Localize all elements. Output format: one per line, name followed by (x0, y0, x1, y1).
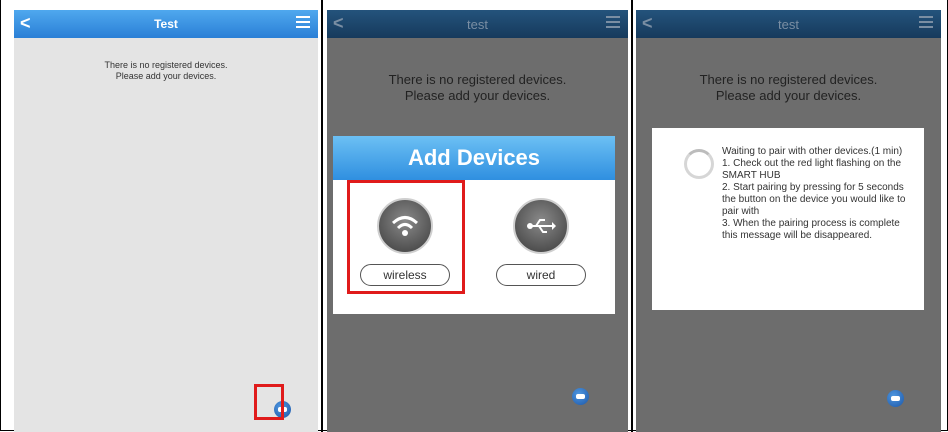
top-bar: < test (636, 10, 941, 38)
screen-pairing: < test There is no registered devices. P… (636, 10, 941, 432)
pairing-dialog: Waiting to pair with other devices.(1 mi… (652, 128, 924, 310)
back-icon[interactable]: < (333, 13, 344, 34)
screen-device-list: < Test There is no registered devices. P… (14, 10, 318, 432)
top-bar: < Test (14, 10, 318, 38)
empty-message: There is no registered devices. Please a… (14, 60, 318, 82)
add-device-button[interactable] (887, 390, 904, 407)
top-bar: < test (327, 10, 628, 38)
page-title: test (467, 16, 488, 32)
menu-icon[interactable] (296, 16, 310, 28)
empty-message-text: There is no registered devices. Please a… (104, 60, 228, 81)
back-icon[interactable]: < (20, 13, 31, 34)
divider (321, 0, 323, 432)
menu-icon[interactable] (606, 16, 620, 28)
empty-message: There is no registered devices. Please a… (636, 72, 941, 104)
dialog-title: Add Devices (333, 136, 615, 180)
menu-icon[interactable] (919, 16, 933, 28)
usb-icon[interactable] (513, 198, 569, 254)
wired-button[interactable]: wired (496, 264, 586, 286)
empty-message: There is no registered devices. Please a… (327, 72, 628, 104)
empty-message-text: There is no registered devices. Please a… (388, 72, 567, 103)
highlight-wireless (347, 180, 465, 294)
highlight-add-button (254, 384, 284, 420)
add-device-button[interactable] (572, 388, 589, 405)
divider (631, 0, 633, 432)
wired-option[interactable]: wired (485, 188, 597, 294)
back-icon[interactable]: < (642, 13, 653, 34)
page-title: Test (154, 17, 178, 31)
loading-spinner-icon (684, 149, 714, 179)
pairing-instructions: Waiting to pair with other devices.(1 mi… (722, 146, 906, 241)
page-title: test (778, 16, 799, 32)
empty-message-text: There is no registered devices. Please a… (699, 72, 878, 103)
